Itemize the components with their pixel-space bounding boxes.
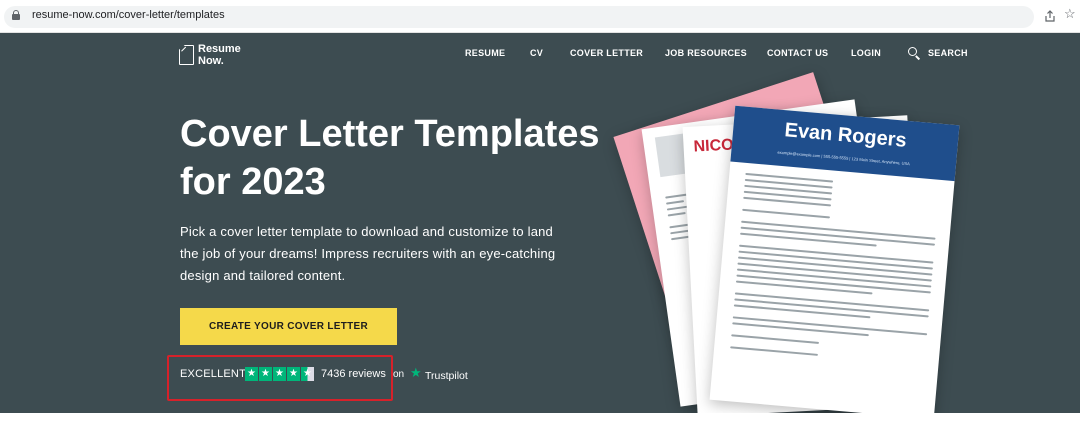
logo-text-line2: Now. — [198, 55, 224, 67]
nav-job-resources[interactable]: JOB RESOURCES — [665, 48, 747, 58]
trustpilot-star-icon: ★ — [245, 367, 258, 381]
resume-now-logo[interactable]: Resume Now. — [179, 43, 249, 69]
hero-section: Resume Now. RESUME CV COVER LETTER JOB R… — [0, 33, 1080, 413]
nav-cover-letter[interactable]: COVER LETTER — [570, 48, 643, 58]
page-title: Cover Letter Templates for 2023 — [180, 113, 600, 203]
create-cover-letter-button[interactable]: CREATE YOUR COVER LETTER — [180, 308, 397, 345]
url-text[interactable]: resume-now.com/cover-letter/templates — [32, 9, 225, 21]
template-preview-evan-rogers[interactable]: Evan Rogers example@example.com | 555-55… — [709, 105, 960, 413]
trustpilot-star-icon: ★ — [259, 367, 272, 381]
star-outline-icon[interactable]: ☆ — [1064, 7, 1076, 20]
document-icon — [179, 45, 194, 65]
trustpilot-rating-label: EXCELLENT — [180, 368, 246, 380]
logo-text-line1: Resume — [198, 43, 241, 55]
search-icon[interactable] — [908, 47, 921, 60]
template-name-nico: NICO — [693, 136, 735, 156]
trustpilot-half-star-icon: ★ — [301, 367, 314, 381]
nav-login[interactable]: LOGIN — [851, 48, 881, 58]
trustpilot-review-count[interactable]: 7436 reviews — [321, 368, 386, 380]
share-icon[interactable] — [1045, 10, 1055, 22]
nav-contact-us[interactable]: CONTACT US — [767, 48, 828, 58]
trustpilot-brand[interactable]: Trustpilot — [425, 370, 468, 382]
lock-icon[interactable] — [12, 10, 20, 20]
trustpilot-on-label: on — [393, 369, 405, 380]
trustpilot-stars[interactable]: ★ ★ ★ ★ ★ — [245, 367, 315, 381]
trustpilot-star-icon: ★ — [287, 367, 300, 381]
nav-resume[interactable]: RESUME — [465, 48, 505, 58]
hero-subtitle: Pick a cover letter template to download… — [180, 224, 556, 283]
nav-cv[interactable]: CV — [530, 48, 543, 58]
template-body-text — [730, 172, 940, 369]
page-below-hero — [0, 413, 1080, 436]
trustpilot-logo-icon[interactable]: ★ — [410, 366, 422, 379]
browser-address-bar: resume-now.com/cover-letter/templates ☆ — [0, 0, 1080, 33]
nav-search[interactable]: SEARCH — [928, 48, 968, 58]
trustpilot-star-icon: ★ — [273, 367, 286, 381]
